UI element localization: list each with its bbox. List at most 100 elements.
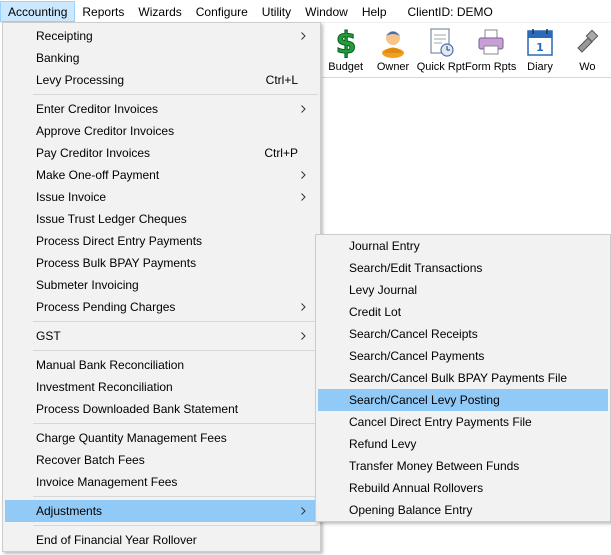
- client-id-label: ClientID: DEMO: [407, 4, 493, 19]
- menu-item-charge-quantity-management-fees[interactable]: Charge Quantity Management Fees: [5, 427, 318, 449]
- chevron-right-icon: [299, 171, 307, 179]
- submenu-item-credit-lot[interactable]: Credit Lot: [318, 301, 608, 323]
- menu-item-label: Submeter Invoicing: [36, 278, 139, 292]
- submenu-item-search-cancel-payments[interactable]: Search/Cancel Payments: [318, 345, 608, 367]
- shortcut-label: Ctrl+P: [264, 146, 298, 160]
- menu-item-make-one-off-payment[interactable]: Make One-off Payment: [5, 164, 318, 186]
- submenu-item-search-cancel-bulk-bpay[interactable]: Search/Cancel Bulk BPAY Payments File: [318, 367, 608, 389]
- menu-separator: [33, 423, 318, 424]
- menu-item-label: End of Financial Year Rollover: [36, 533, 197, 547]
- menu-item-label: Make One-off Payment: [36, 168, 160, 182]
- submenu-item-levy-journal[interactable]: Levy Journal: [318, 279, 608, 301]
- calendar-icon: 1: [524, 26, 556, 58]
- menu-accounting[interactable]: Accounting: [0, 1, 76, 22]
- menu-bar: Accounting Reports Wizards Configure Uti…: [0, 0, 611, 23]
- menu-item-levy-processing[interactable]: Levy Processing Ctrl+L: [5, 69, 318, 91]
- menu-item-label: Cancel Direct Entry Payments File: [349, 415, 532, 429]
- menu-item-label: Search/Cancel Bulk BPAY Payments File: [349, 371, 568, 385]
- menu-item-label: Investment Reconciliation: [36, 380, 173, 394]
- accounting-menu: Receipting Banking Levy Processing Ctrl+…: [2, 22, 321, 552]
- menu-item-process-pending-charges[interactable]: Process Pending Charges: [5, 296, 318, 318]
- work-button[interactable]: Wo: [564, 24, 611, 76]
- menu-item-label: Process Downloaded Bank Statement: [36, 402, 239, 416]
- menu-item-label: Manual Bank Reconciliation: [36, 358, 185, 372]
- menu-item-enter-creditor-invoices[interactable]: Enter Creditor Invoices: [5, 98, 318, 120]
- menu-item-pay-creditor-invoices[interactable]: Pay Creditor Invoices Ctrl+P: [5, 142, 318, 164]
- submenu-item-journal-entry[interactable]: Journal Entry: [318, 235, 608, 257]
- owner-label: Owner: [376, 61, 410, 73]
- menu-item-label: Issue Invoice: [36, 190, 107, 204]
- menu-item-label: Banking: [36, 51, 80, 65]
- menu-utility[interactable]: Utility: [255, 1, 298, 22]
- owner-icon: [377, 26, 409, 58]
- menu-item-invoice-management-fees[interactable]: Invoice Management Fees: [5, 471, 318, 493]
- menu-item-label: Transfer Money Between Funds: [349, 459, 520, 473]
- menu-item-banking[interactable]: Banking: [5, 47, 318, 69]
- menu-separator: [33, 321, 318, 322]
- menu-configure[interactable]: Configure: [189, 1, 255, 22]
- chevron-right-icon: [299, 507, 307, 515]
- chevron-right-icon: [299, 105, 307, 113]
- menu-wizards[interactable]: Wizards: [131, 1, 188, 22]
- chevron-right-icon: [299, 193, 307, 201]
- submenu-item-search-cancel-levy-posting[interactable]: Search/Cancel Levy Posting: [318, 389, 608, 411]
- submenu-item-cancel-direct-entry-payments-file[interactable]: Cancel Direct Entry Payments File: [318, 411, 608, 433]
- menu-item-label: Invoice Management Fees: [36, 475, 178, 489]
- shortcut-label: Ctrl+L: [265, 73, 298, 87]
- menu-item-label: Process Pending Charges: [36, 300, 176, 314]
- submenu-item-transfer-money-between-funds[interactable]: Transfer Money Between Funds: [318, 455, 608, 477]
- form-reports-button[interactable]: Form Rpts: [465, 24, 516, 76]
- chevron-right-icon: [299, 303, 307, 311]
- menu-item-label: Levy Journal: [349, 283, 418, 297]
- menu-item-submeter-invoicing[interactable]: Submeter Invoicing: [5, 274, 318, 296]
- menu-item-label: Refund Levy: [349, 437, 417, 451]
- menu-help[interactable]: Help: [355, 1, 394, 22]
- menu-item-issue-trust-ledger-cheques[interactable]: Issue Trust Ledger Cheques: [5, 208, 318, 230]
- svg-text:$: $: [335, 26, 356, 58]
- submenu-item-search-edit-transactions[interactable]: Search/Edit Transactions: [318, 257, 608, 279]
- adjustments-submenu: Journal Entry Search/Edit Transactions L…: [315, 234, 611, 522]
- menu-item-approve-creditor-invoices[interactable]: Approve Creditor Invoices: [5, 120, 318, 142]
- menu-item-process-downloaded-bank-statement[interactable]: Process Downloaded Bank Statement: [5, 398, 318, 420]
- menu-separator: [33, 496, 318, 497]
- menu-item-label: Credit Lot: [349, 305, 402, 319]
- menu-item-label: Adjustments: [36, 504, 103, 518]
- owner-button[interactable]: Owner: [369, 24, 416, 76]
- menu-item-label: Issue Trust Ledger Cheques: [36, 212, 187, 226]
- menu-reports[interactable]: Reports: [75, 1, 131, 22]
- diary-button[interactable]: 1 Diary: [516, 24, 563, 76]
- menu-item-label: Approve Creditor Invoices: [36, 124, 175, 138]
- dollar-icon: $: [330, 26, 362, 58]
- submenu-item-refund-levy[interactable]: Refund Levy: [318, 433, 608, 455]
- chevron-right-icon: [299, 32, 307, 40]
- budget-label: Budget: [328, 61, 364, 73]
- menu-item-receipting[interactable]: Receipting: [5, 25, 318, 47]
- menu-item-label: Charge Quantity Management Fees: [36, 431, 227, 445]
- menu-item-label: Search/Cancel Levy Posting: [349, 393, 500, 407]
- submenu-item-rebuild-annual-rollovers[interactable]: Rebuild Annual Rollovers: [318, 477, 608, 499]
- menu-window[interactable]: Window: [298, 1, 355, 22]
- menu-item-label: Opening Balance Entry: [349, 503, 473, 517]
- menu-item-recover-batch-fees[interactable]: Recover Batch Fees: [5, 449, 318, 471]
- svg-text:1: 1: [536, 41, 544, 54]
- submenu-item-opening-balance-entry[interactable]: Opening Balance Entry: [318, 499, 608, 521]
- submenu-item-search-cancel-receipts[interactable]: Search/Cancel Receipts: [318, 323, 608, 345]
- menu-item-manual-bank-reconciliation[interactable]: Manual Bank Reconciliation: [5, 354, 318, 376]
- quick-report-button[interactable]: Quick Rpt: [417, 24, 465, 76]
- menu-separator: [33, 525, 318, 526]
- menu-item-label: Search/Cancel Payments: [349, 349, 485, 363]
- menu-item-end-of-financial-year-rollover[interactable]: End of Financial Year Rollover: [5, 529, 318, 551]
- menu-item-label: Process Bulk BPAY Payments: [36, 256, 197, 270]
- toolbar: $ Budget Owner Quick Rpt Form Rpts 1 Dia…: [322, 24, 611, 76]
- menu-item-process-direct-entry-payments[interactable]: Process Direct Entry Payments: [5, 230, 318, 252]
- menu-item-adjustments[interactable]: Adjustments: [5, 500, 318, 522]
- menu-item-process-bulk-bpay-payments[interactable]: Process Bulk BPAY Payments: [5, 252, 318, 274]
- menu-item-label: Process Direct Entry Payments: [36, 234, 203, 248]
- form-reports-label: Form Rpts: [464, 61, 517, 73]
- menu-item-issue-invoice[interactable]: Issue Invoice: [5, 186, 318, 208]
- menu-item-label: Receipting: [36, 29, 93, 43]
- menu-item-investment-reconciliation[interactable]: Investment Reconciliation: [5, 376, 318, 398]
- budget-button[interactable]: $ Budget: [322, 24, 369, 76]
- menu-item-gst[interactable]: GST: [5, 325, 318, 347]
- menu-item-label: GST: [36, 329, 61, 343]
